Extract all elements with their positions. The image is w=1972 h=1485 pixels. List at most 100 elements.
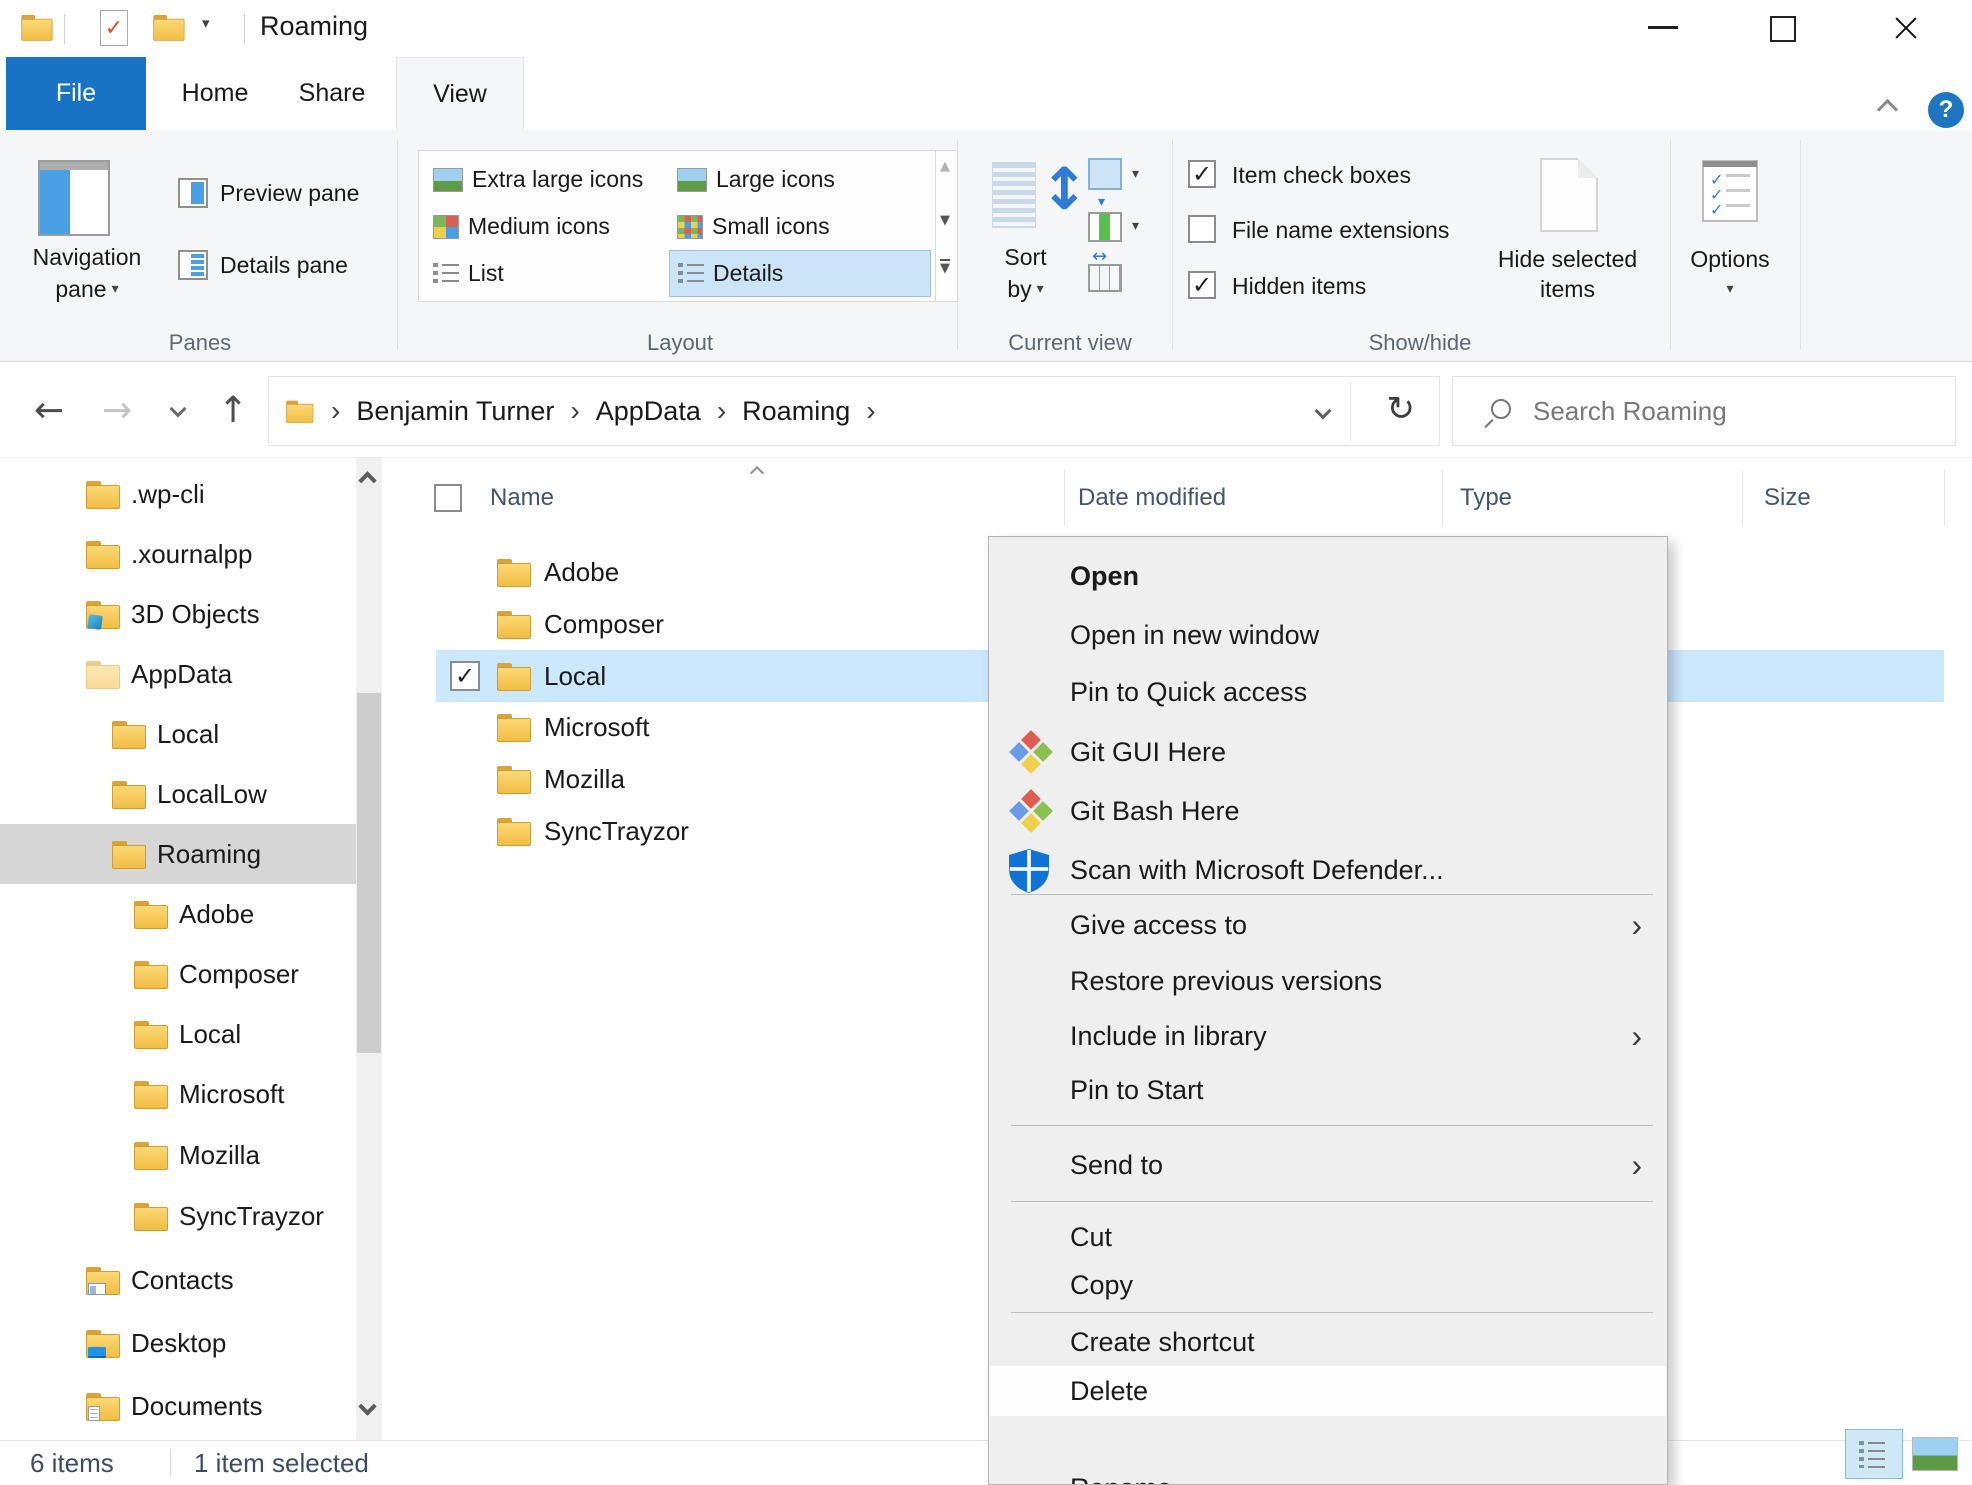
menu-item-send-to[interactable]: Send to ›: [990, 1139, 1666, 1191]
quick-access-newfolder-icon[interactable]: [152, 14, 184, 45]
quick-access-toolbar-dropdown-icon[interactable]: ▾: [202, 14, 210, 32]
breadcrumb-chevron-icon[interactable]: ›: [331, 395, 340, 427]
gallery-scroll-up-icon[interactable]: ▲: [940, 159, 950, 174]
menu-item-cut[interactable]: Cut: [990, 1211, 1666, 1263]
details-pane-button[interactable]: Details pane: [220, 250, 348, 280]
hide-selected-items-button[interactable]: Hide selected: [1470, 246, 1665, 272]
layout-medium-icons[interactable]: Medium icons: [425, 203, 665, 250]
sidebar-item-mozilla[interactable]: Mozilla: [0, 1125, 356, 1185]
layout-large-icons[interactable]: Large icons: [669, 156, 931, 203]
breadcrumb-chevron-icon[interactable]: ›: [717, 395, 726, 427]
column-header-type[interactable]: Type: [1460, 472, 1512, 524]
item-check-boxes-checkbox[interactable]: ✓: [1188, 160, 1216, 188]
help-icon[interactable]: ?: [1928, 92, 1964, 128]
menu-item-delete-hovered[interactable]: Delete: [990, 1366, 1666, 1416]
sort-by-button[interactable]: Sort: [978, 244, 1073, 270]
refresh-icon[interactable]: ↻: [1387, 389, 1416, 429]
file-name-extensions-label[interactable]: File name extensions: [1232, 215, 1449, 245]
search-box[interactable]: [1452, 376, 1956, 446]
menu-item-scan-with-defender[interactable]: Scan with Microsoft Defender...: [990, 844, 1666, 896]
menu-item-copy[interactable]: Copy: [990, 1259, 1666, 1311]
tab-file[interactable]: File: [6, 57, 146, 130]
layout-details-selected[interactable]: Details: [669, 250, 931, 297]
gallery-scroll-down-icon[interactable]: ▼: [940, 213, 950, 228]
hidden-items-checkbox[interactable]: ✓: [1188, 271, 1216, 299]
details-view-toggle-active[interactable]: [1845, 1429, 1903, 1479]
options-button[interactable]: Options: [1685, 246, 1775, 272]
breadcrumb-chevron-icon[interactable]: ›: [866, 395, 875, 427]
search-input[interactable]: [1533, 391, 1933, 431]
column-divider[interactable]: [1442, 470, 1443, 526]
add-columns-dropdown-icon[interactable]: ▾: [1132, 218, 1139, 234]
tab-share[interactable]: Share: [272, 57, 392, 130]
menu-item-pin-to-quick-access[interactable]: Pin to Quick access: [990, 666, 1666, 718]
column-divider[interactable]: [1064, 470, 1065, 526]
sidebar-item-roaming-selected[interactable]: Roaming: [0, 824, 356, 884]
sidebar-item-desktop[interactable]: Desktop: [0, 1313, 356, 1373]
column-header-date-modified[interactable]: Date modified: [1078, 472, 1226, 524]
size-all-columns-icon[interactable]: [1088, 264, 1122, 292]
navigation-pane-icon[interactable]: [38, 160, 110, 236]
minimize-button[interactable]: [1648, 26, 1678, 29]
menu-item-open-in-new-window[interactable]: Open in new window: [990, 609, 1666, 661]
address-dropdown-icon[interactable]: [1315, 403, 1332, 420]
breadcrumb-chevron-icon[interactable]: ›: [570, 395, 579, 427]
item-check-boxes-label[interactable]: Item check boxes: [1232, 160, 1411, 190]
menu-item-git-bash-here[interactable]: Git Bash Here: [990, 785, 1666, 837]
sidebar-item-composer[interactable]: Composer: [0, 944, 356, 1004]
menu-item-open[interactable]: Open: [990, 550, 1666, 602]
select-all-checkbox[interactable]: [434, 484, 462, 512]
menu-item-git-gui-here[interactable]: Git GUI Here: [990, 726, 1666, 778]
sidebar-item-appdata[interactable]: AppData: [0, 644, 356, 704]
sidebar-item-locallow[interactable]: LocalLow: [0, 764, 356, 824]
hidden-items-label[interactable]: Hidden items: [1232, 271, 1366, 301]
sidebar-item-adobe[interactable]: Adobe: [0, 884, 356, 944]
sidebar-item-xournalpp[interactable]: .xournalpp: [0, 524, 356, 584]
recent-locations-icon[interactable]: [170, 401, 187, 418]
forward-button[interactable]: →: [102, 391, 132, 431]
sidebar-item-3d-objects[interactable]: 3D Objects: [0, 584, 356, 644]
up-button[interactable]: ↑: [218, 391, 248, 431]
gallery-more-icon[interactable]: ▼: [940, 259, 950, 276]
sidebar-item-microsoft[interactable]: Microsoft: [0, 1064, 356, 1124]
sort-ascending-icon[interactable]: [750, 466, 764, 480]
breadcrumb-appdata[interactable]: AppData: [596, 396, 701, 427]
menu-item-pin-to-start[interactable]: Pin to Start: [990, 1064, 1666, 1116]
preview-pane-button[interactable]: Preview pane: [220, 178, 359, 208]
menu-item-restore-previous-versions[interactable]: Restore previous versions: [990, 955, 1666, 1007]
navigation-pane-button[interactable]: Navigation: [12, 244, 162, 270]
breadcrumb-benjamin-turner[interactable]: Benjamin Turner: [356, 396, 554, 427]
sidebar-scrollbar-thumb[interactable]: [357, 693, 381, 1053]
sort-by-button-line2[interactable]: by ▾: [978, 276, 1073, 302]
sidebar-item-wp-cli[interactable]: .wp-cli: [0, 464, 356, 524]
group-by-dropdown-icon[interactable]: ▾: [1132, 166, 1139, 182]
tab-home[interactable]: Home: [155, 57, 275, 130]
layout-small-icons[interactable]: Small icons: [669, 203, 931, 250]
column-divider[interactable]: [1742, 470, 1743, 526]
column-header-name[interactable]: Name: [490, 472, 554, 524]
menu-item-include-in-library[interactable]: Include in library ›: [990, 1010, 1666, 1062]
group-by-icon[interactable]: [1088, 158, 1122, 190]
row-checkbox-checked[interactable]: ✓: [450, 661, 480, 691]
navigation-pane-button-line2[interactable]: pane ▾: [12, 276, 162, 302]
column-divider[interactable]: [1944, 470, 1945, 526]
options-button-caret[interactable]: ▾: [1685, 276, 1775, 302]
menu-item-rename[interactable]: Rename: [990, 1462, 1666, 1485]
menu-item-create-shortcut[interactable]: Create shortcut: [990, 1319, 1666, 1365]
quick-access-properties-icon[interactable]: ✓: [100, 10, 128, 46]
layout-list[interactable]: List: [425, 250, 665, 297]
hide-selected-items-button-line2[interactable]: items: [1470, 276, 1665, 302]
sidebar-item-local[interactable]: Local: [0, 704, 356, 764]
column-header-size[interactable]: Size: [1764, 472, 1811, 524]
sidebar-item-local-roaming[interactable]: Local: [0, 1004, 356, 1064]
add-columns-icon[interactable]: [1088, 212, 1122, 242]
close-button[interactable]: [1892, 14, 1920, 42]
breadcrumb-roaming[interactable]: Roaming: [742, 396, 850, 427]
maximize-button[interactable]: [1770, 16, 1796, 42]
sidebar-item-documents[interactable]: Documents: [0, 1376, 356, 1436]
layout-extra-large-icons[interactable]: Extra large icons: [425, 156, 665, 203]
thumbnail-view-toggle[interactable]: [1912, 1437, 1958, 1471]
file-name-extensions-checkbox[interactable]: [1188, 215, 1216, 243]
tab-view[interactable]: View: [396, 57, 524, 130]
menu-item-give-access-to[interactable]: Give access to ›: [990, 899, 1666, 951]
